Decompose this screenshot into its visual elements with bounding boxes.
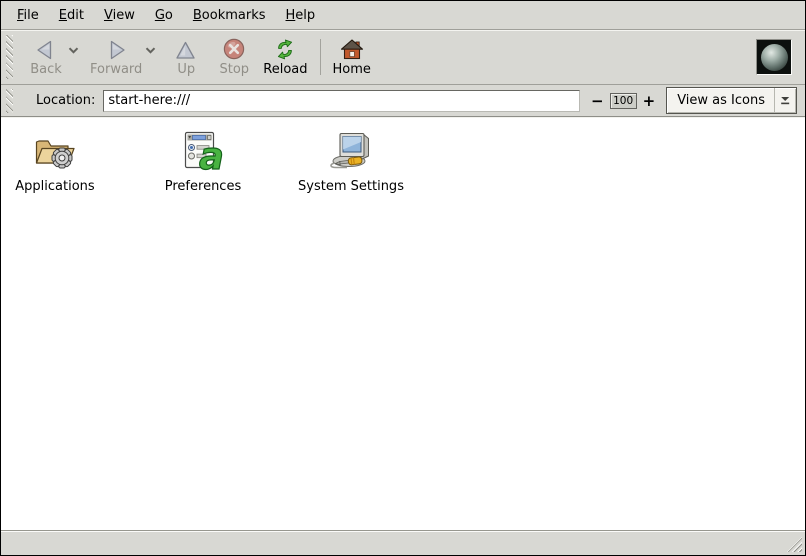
- zoom-level-indicator[interactable]: 100: [610, 93, 637, 109]
- toolbar-separator: [320, 39, 321, 75]
- locationbar-drag-handle[interactable]: [6, 89, 13, 113]
- svg-text:a: a: [199, 135, 224, 172]
- up-label: Up: [177, 62, 195, 77]
- up-icon: [174, 37, 198, 61]
- location-label: Location:: [36, 93, 95, 108]
- menubar: File Edit View Go Bookmarks Help: [1, 1, 805, 30]
- forward-history-chevron-icon[interactable]: [145, 47, 156, 54]
- forward-icon: [104, 37, 128, 61]
- zoom-out-button[interactable]: −: [591, 94, 604, 108]
- throbber: [756, 39, 792, 75]
- menu-edit[interactable]: Edit: [49, 5, 94, 26]
- menu-go[interactable]: Go: [145, 5, 183, 26]
- back-label: Back: [30, 62, 62, 77]
- menu-help[interactable]: Help: [276, 5, 326, 26]
- toolbar: Back Forward Up: [1, 30, 805, 85]
- throbber-globe-icon: [759, 42, 789, 72]
- dropdown-arrow-icon: [774, 88, 796, 113]
- zoom-in-button[interactable]: +: [643, 94, 656, 108]
- reload-button[interactable]: Reload: [258, 35, 312, 79]
- back-history-chevron-icon[interactable]: [68, 47, 79, 54]
- icon-view: Applications a Preferences: [1, 117, 805, 530]
- menu-bookmarks[interactable]: Bookmarks: [183, 5, 276, 26]
- location-bar: Location: − 100 + View as Icons: [1, 85, 805, 117]
- menu-view[interactable]: View: [94, 5, 145, 26]
- reload-icon: [272, 37, 298, 61]
- item-label: System Settings: [298, 179, 404, 194]
- view-as-dropdown[interactable]: View as Icons: [666, 87, 797, 114]
- forward-button[interactable]: Forward: [85, 35, 147, 79]
- system-settings-icon: [327, 130, 375, 176]
- resize-grip[interactable]: [787, 537, 802, 552]
- home-button[interactable]: Home: [328, 35, 376, 79]
- status-bar: [1, 530, 805, 555]
- applications-folder-icon: [31, 130, 79, 176]
- back-icon: [34, 37, 58, 61]
- desktop-item-preferences[interactable]: a Preferences: [149, 130, 257, 194]
- item-label: Applications: [15, 179, 94, 194]
- menu-file[interactable]: File: [7, 5, 49, 26]
- home-label: Home: [333, 62, 371, 77]
- toolbar-drag-handle[interactable]: [6, 35, 13, 79]
- zoom-control: − 100 +: [591, 93, 655, 109]
- nautilus-window: File Edit View Go Bookmarks Help Back: [0, 0, 806, 556]
- reload-label: Reload: [263, 62, 307, 77]
- up-button[interactable]: Up: [162, 35, 210, 79]
- home-icon: [340, 37, 364, 61]
- location-input[interactable]: [103, 90, 580, 112]
- back-button[interactable]: Back: [22, 35, 70, 79]
- stop-icon: [222, 37, 246, 61]
- view-as-label: View as Icons: [677, 93, 774, 108]
- preferences-icon: a: [179, 130, 227, 176]
- stop-label: Stop: [220, 62, 250, 77]
- stop-button[interactable]: Stop: [210, 35, 258, 79]
- desktop-item-system-settings[interactable]: System Settings: [297, 130, 405, 194]
- item-label: Preferences: [165, 179, 241, 194]
- forward-label: Forward: [90, 62, 142, 77]
- desktop-item-applications[interactable]: Applications: [1, 130, 109, 194]
